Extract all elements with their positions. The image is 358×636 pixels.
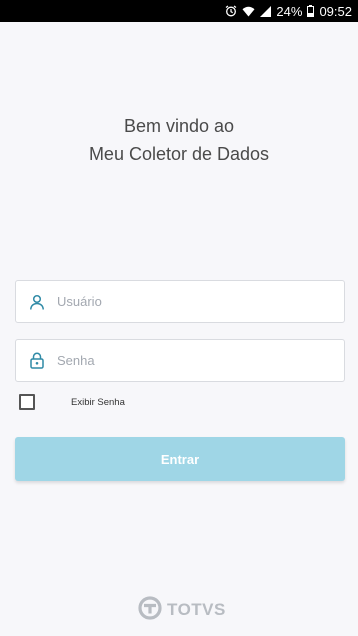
totvs-logo-icon bbox=[138, 595, 162, 625]
show-password-toggle[interactable]: Exibir Senha bbox=[19, 393, 125, 411]
battery-icon bbox=[307, 5, 315, 17]
welcome-line-2: Meu Coletor de Dados bbox=[88, 144, 270, 164]
password-field[interactable] bbox=[15, 339, 345, 382]
battery-percent: 24% bbox=[276, 3, 303, 19]
totvs-logo-text: TOTVS bbox=[167, 600, 226, 619]
totvs-logo: TOTVS bbox=[138, 595, 226, 625]
welcome-heading: Bem vindo ao Meu Coletor de Dados bbox=[0, 112, 358, 168]
show-password-label: Exibir Senha bbox=[71, 396, 125, 408]
login-button[interactable]: Entrar bbox=[15, 437, 345, 481]
username-input[interactable] bbox=[54, 281, 344, 322]
username-field[interactable] bbox=[15, 280, 345, 323]
alarm-icon bbox=[225, 5, 237, 17]
signal-icon bbox=[260, 5, 272, 17]
user-icon bbox=[20, 281, 54, 322]
clock: 09:52 bbox=[319, 3, 352, 19]
show-password-checkbox[interactable] bbox=[19, 394, 35, 410]
lock-icon bbox=[20, 340, 54, 381]
welcome-line-1: Bem vindo ao bbox=[123, 116, 235, 136]
password-input[interactable] bbox=[54, 340, 344, 381]
wifi-icon bbox=[242, 6, 255, 17]
status-bar: 24% 09:52 bbox=[0, 0, 358, 22]
